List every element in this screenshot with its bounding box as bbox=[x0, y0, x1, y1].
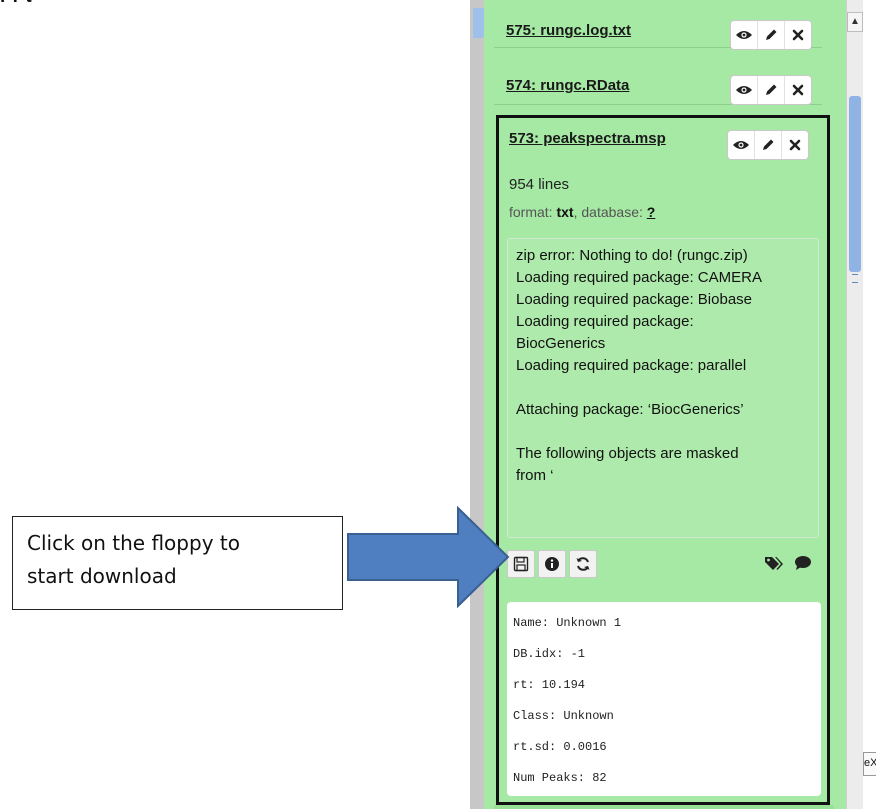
edge-tab[interactable]: eX bbox=[863, 752, 876, 776]
peek-row: Num Peaks: 82 bbox=[513, 771, 607, 785]
peek-row: rt: 10.194 bbox=[513, 678, 586, 692]
scroll-grip-icon bbox=[852, 274, 858, 283]
pencil-icon[interactable] bbox=[754, 131, 781, 159]
panel-collapse-tab[interactable] bbox=[473, 8, 484, 38]
history-item[interactable]: 575: rungc.log.txt bbox=[494, 0, 822, 50]
comment-icon[interactable] bbox=[790, 550, 816, 576]
format-value: txt bbox=[556, 204, 574, 220]
info-line bbox=[516, 377, 810, 399]
info-line: Attaching package: ‘BiocGenerics’ bbox=[516, 401, 744, 418]
eye-icon[interactable] bbox=[731, 21, 757, 49]
info-icon[interactable] bbox=[538, 550, 566, 578]
eye-icon[interactable] bbox=[728, 131, 754, 159]
close-icon[interactable] bbox=[781, 131, 808, 159]
info-line: Loading required package: bbox=[516, 313, 694, 330]
scroll-up-arrow-icon[interactable]: ▲ bbox=[847, 12, 863, 32]
refresh-icon[interactable] bbox=[569, 550, 597, 578]
info-line: Loading required package: parallel bbox=[516, 357, 747, 374]
info-line: The following objects are masked bbox=[516, 445, 739, 462]
floppy-disk-icon[interactable] bbox=[507, 550, 535, 578]
info-line: from ‘ bbox=[516, 467, 554, 484]
database-label: , database: bbox=[573, 204, 647, 220]
peek-row: Name: Unknown 1 bbox=[513, 616, 622, 630]
history-panel: 575: rungc.log.txt 574: rungc.RData 573:… bbox=[470, 0, 846, 809]
expanded-dataset: 573: peakspectra.msp 954 lines format: t… bbox=[496, 115, 830, 805]
dataset-actions bbox=[730, 75, 812, 105]
database-value-link[interactable]: ? bbox=[647, 204, 656, 220]
close-icon[interactable] bbox=[784, 76, 811, 104]
dataset-toolbar bbox=[507, 550, 819, 580]
scroll-thumb[interactable] bbox=[849, 96, 861, 283]
pencil-icon[interactable] bbox=[757, 21, 784, 49]
caption-partial: r r t bbox=[0, 0, 470, 10]
dataset-peek: Name: Unknown 1 DB.idx: -1 rt: 10.194 Cl… bbox=[507, 602, 821, 796]
dataset-format-info: format: txt, database: ? bbox=[509, 204, 655, 220]
eye-icon[interactable] bbox=[731, 76, 757, 104]
info-line: Loading required package: Biobase bbox=[516, 291, 753, 308]
pointer-arrow-icon bbox=[347, 506, 510, 608]
pencil-icon[interactable] bbox=[757, 76, 784, 104]
peek-row: rt.sd: 0.0016 bbox=[513, 740, 607, 754]
next-history-item[interactable] bbox=[494, 805, 834, 809]
history-list: 575: rungc.log.txt 574: rungc.RData 573:… bbox=[494, 0, 846, 809]
info-line: zip error: Nothing to do! (rungc.zip) bbox=[516, 247, 748, 264]
history-item[interactable]: 574: rungc.RData bbox=[494, 57, 822, 105]
instruction-callout: Click on the floppy to start download bbox=[12, 516, 343, 610]
close-icon[interactable] bbox=[784, 21, 811, 49]
dataset-actions bbox=[727, 130, 809, 160]
tags-icon[interactable] bbox=[761, 550, 787, 576]
format-label: format: bbox=[509, 204, 557, 220]
info-line: BiocGenerics bbox=[516, 335, 606, 352]
vertical-scrollbar[interactable]: ▲ bbox=[846, 0, 863, 809]
callout-line: Click on the floppy to bbox=[27, 531, 240, 555]
dataset-actions bbox=[730, 20, 812, 50]
dataset-info-text: zip error: Nothing to do! (rungc.zip) Lo… bbox=[507, 238, 819, 538]
dataset-title[interactable]: 573: peakspectra.msp bbox=[509, 130, 666, 147]
info-line bbox=[516, 421, 810, 443]
callout-line: start download bbox=[27, 564, 177, 588]
dataset-title[interactable]: 574: rungc.RData bbox=[506, 77, 629, 94]
dataset-title[interactable]: 575: rungc.log.txt bbox=[506, 22, 631, 39]
peek-row: DB.idx: -1 bbox=[513, 647, 586, 661]
dataset-line-count: 954 lines bbox=[509, 176, 570, 193]
peek-row: Class: Unknown bbox=[513, 709, 614, 723]
panel-left-edge bbox=[470, 0, 484, 809]
info-line: Loading required package: CAMERA bbox=[516, 269, 762, 286]
